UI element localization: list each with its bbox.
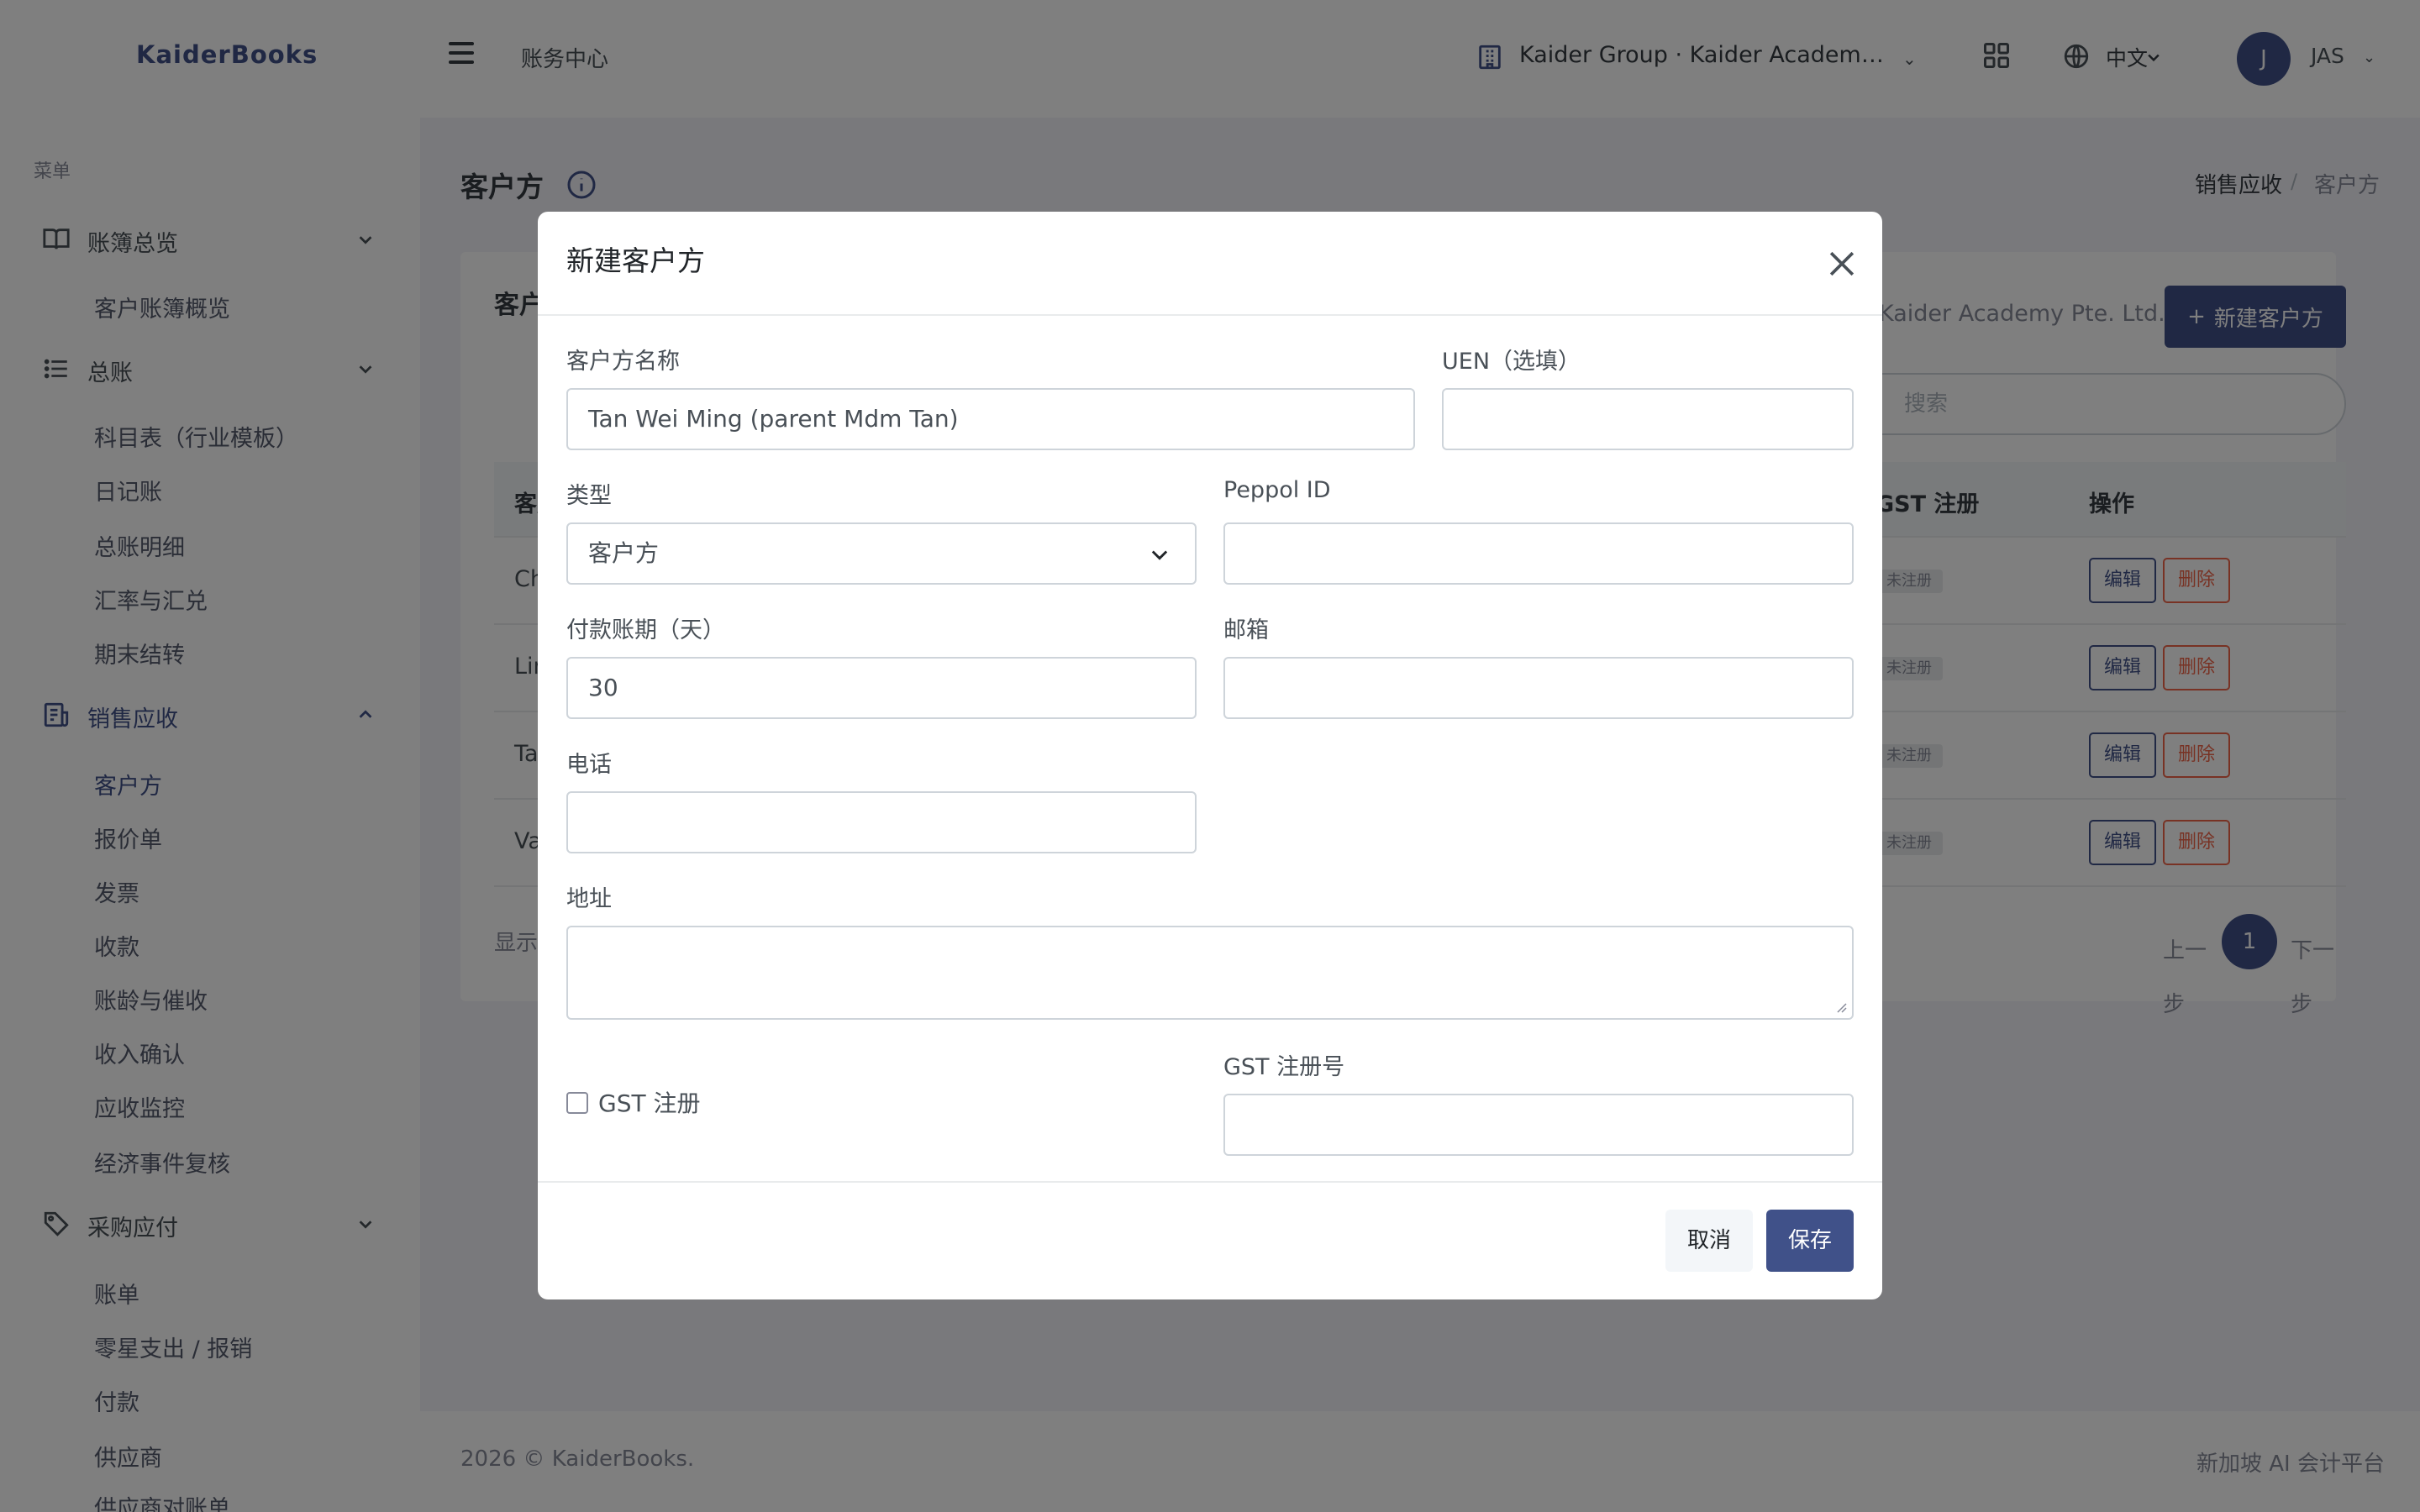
gst-number-input[interactable] — [1223, 1094, 1854, 1156]
address-label: 地址 — [566, 886, 612, 912]
gst-checkbox-label[interactable]: GST 注册 — [598, 1085, 700, 1119]
peppol-input[interactable] — [1223, 522, 1854, 585]
phone-label: 电话 — [566, 752, 612, 778]
save-button[interactable]: 保存 — [1766, 1210, 1854, 1272]
modal-footer-divider — [538, 1181, 1882, 1183]
name-label: 客户方名称 — [566, 349, 680, 375]
terms-label: 付款账期（天） — [566, 617, 725, 643]
peppol-label: Peppol ID — [1223, 477, 1331, 503]
type-select-value: 客户方 — [588, 539, 660, 567]
resize-grip-icon[interactable] — [1835, 1001, 1847, 1013]
modal-title: 新建客户方 — [566, 244, 705, 277]
modal-header-divider — [538, 314, 1882, 316]
uen-input[interactable] — [1442, 388, 1854, 450]
chevron-down-icon — [1151, 550, 1168, 560]
address-textarea[interactable] — [566, 926, 1854, 1020]
cancel-button[interactable]: 取消 — [1665, 1210, 1753, 1272]
type-label: 类型 — [566, 483, 612, 509]
gst-no-label: GST 注册号 — [1223, 1054, 1345, 1080]
uen-label: UEN（选填） — [1442, 349, 1581, 375]
customer-name-input[interactable]: Tan Wei Ming (parent Mdm Tan) — [566, 388, 1415, 450]
phone-input[interactable] — [566, 791, 1197, 853]
email-input[interactable] — [1223, 657, 1854, 719]
payment-terms-input[interactable]: 30 — [566, 657, 1197, 719]
email-label: 邮箱 — [1223, 617, 1269, 643]
close-icon[interactable] — [1823, 245, 1860, 282]
type-select[interactable]: 客户方 — [566, 522, 1197, 585]
gst-checkbox[interactable] — [566, 1092, 588, 1114]
